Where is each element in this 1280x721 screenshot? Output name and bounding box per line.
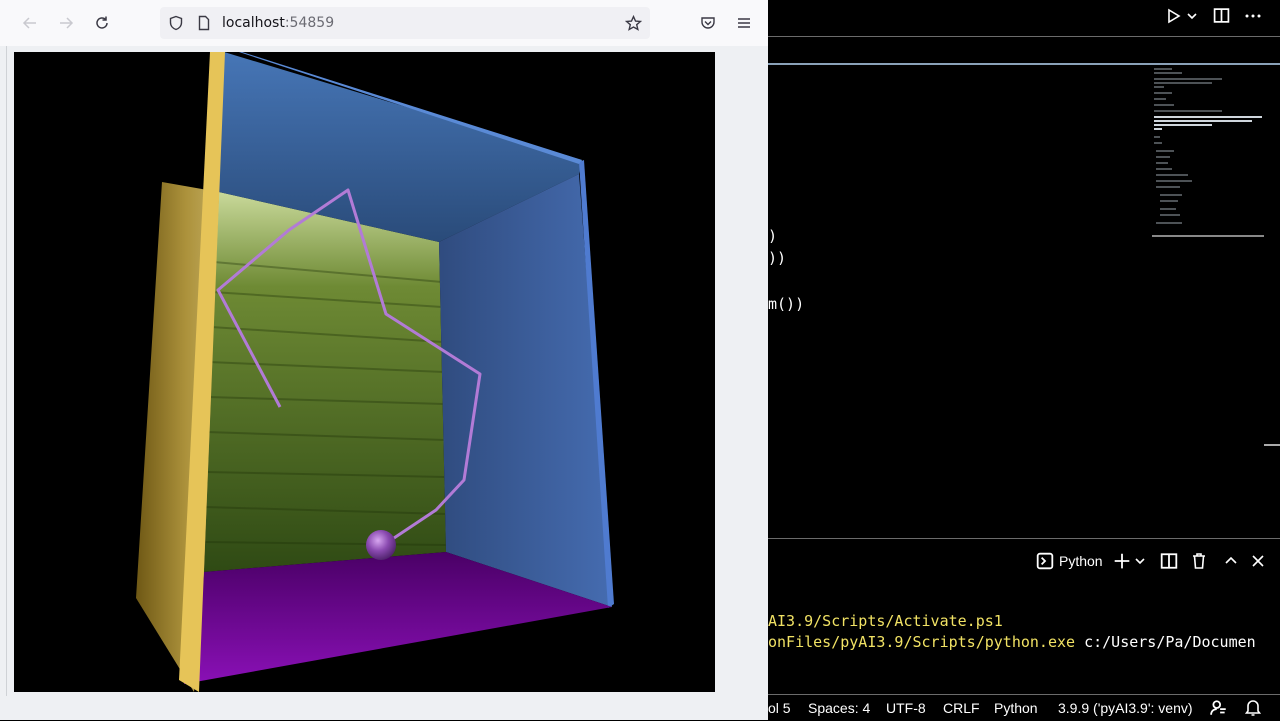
close-icon[interactable] [1251,554,1265,568]
reload-button[interactable] [89,10,115,36]
feedback-icon[interactable] [1210,699,1228,717]
split-editor-icon[interactable] [1213,7,1230,24]
arrow-right-icon [60,17,74,29]
status-encoding[interactable]: UTF-8 [886,700,926,716]
status-interpreter[interactable]: 3.9.9 ('pyAI3.9': venv) [1058,700,1193,716]
hamburger-menu-icon [738,18,750,28]
chevron-up-icon[interactable] [1224,554,1238,568]
terminal-line-2: onFiles/pyAI3.9/Scripts/python.exe c:/Us… [768,633,1256,651]
plus-icon[interactable] [1113,552,1131,570]
terminal-header: Python [768,549,1280,573]
terminal-icon [1036,552,1054,570]
reload-icon [96,16,108,29]
chevron-down-icon[interactable] [1187,11,1197,21]
more-actions-icon[interactable] [1244,8,1262,24]
url-text[interactable]: localhost:54859 [222,15,334,31]
chevron-down-icon[interactable] [1135,556,1145,566]
scrollbar-thumb[interactable] [1264,444,1280,446]
terminal-panel: Python AI3.9/Scripts/Activate.ps1 onFile… [768,538,1280,695]
page-icon [198,15,210,31]
bell-icon[interactable] [1245,699,1261,717]
arrow-left-icon [22,17,36,29]
minimap-render [1154,68,1262,224]
trash-icon[interactable] [1191,552,1207,570]
shield-icon[interactable] [168,15,184,31]
breadcrumb-bar [768,36,1280,65]
window-divider [6,46,7,696]
url-host: localhost [222,15,285,31]
forward-button[interactable] [53,10,79,36]
browser-toolbar: localhost:54859 [0,0,768,46]
back-button[interactable] [17,10,43,36]
code-editor: ) )) m()) Python AI3.9/Scripts/Activate.… [768,0,1280,720]
pocket-icon [701,17,715,29]
terminal-line-1: AI3.9/Scripts/Activate.ps1 [768,612,1003,630]
url-port: :54859 [284,15,335,31]
terminal-line-2-path: onFiles/pyAI3.9/Scripts/python.exe [768,633,1076,651]
pendulum-ball [366,530,396,560]
minimap[interactable] [1152,65,1264,237]
code-line-3[interactable]: m()) [768,295,804,313]
status-cursor-position[interactable]: ol 5 [768,700,791,716]
minimap-slider[interactable] [1152,235,1264,237]
back-wall [204,192,446,572]
pocket-button[interactable] [695,10,721,36]
status-indentation[interactable]: Spaces: 4 [808,700,870,716]
webgl-canvas[interactable] [14,52,715,692]
editor-toolbar [768,0,1280,36]
scene-svg [136,52,614,692]
code-line-2[interactable]: )) [768,249,786,267]
status-language[interactable]: Python [994,700,1038,716]
split-terminal-icon[interactable] [1160,552,1178,570]
star-icon[interactable] [625,15,642,32]
terminal-profile-label[interactable]: Python [1059,553,1103,569]
run-icon[interactable] [1166,8,1182,24]
status-bar: ol 5 Spaces: 4 UTF-8 CRLF Python 3.9.9 (… [768,694,1280,721]
terminal-line-2-arg: c:/Users/Pa/Documen [1075,633,1256,651]
url-bar[interactable]: localhost:54859 [160,7,650,39]
code-line-1[interactable]: ) [768,227,777,245]
status-eol[interactable]: CRLF [943,700,980,716]
menu-button[interactable] [731,10,757,36]
browser-window: localhost:54859 [0,0,768,720]
